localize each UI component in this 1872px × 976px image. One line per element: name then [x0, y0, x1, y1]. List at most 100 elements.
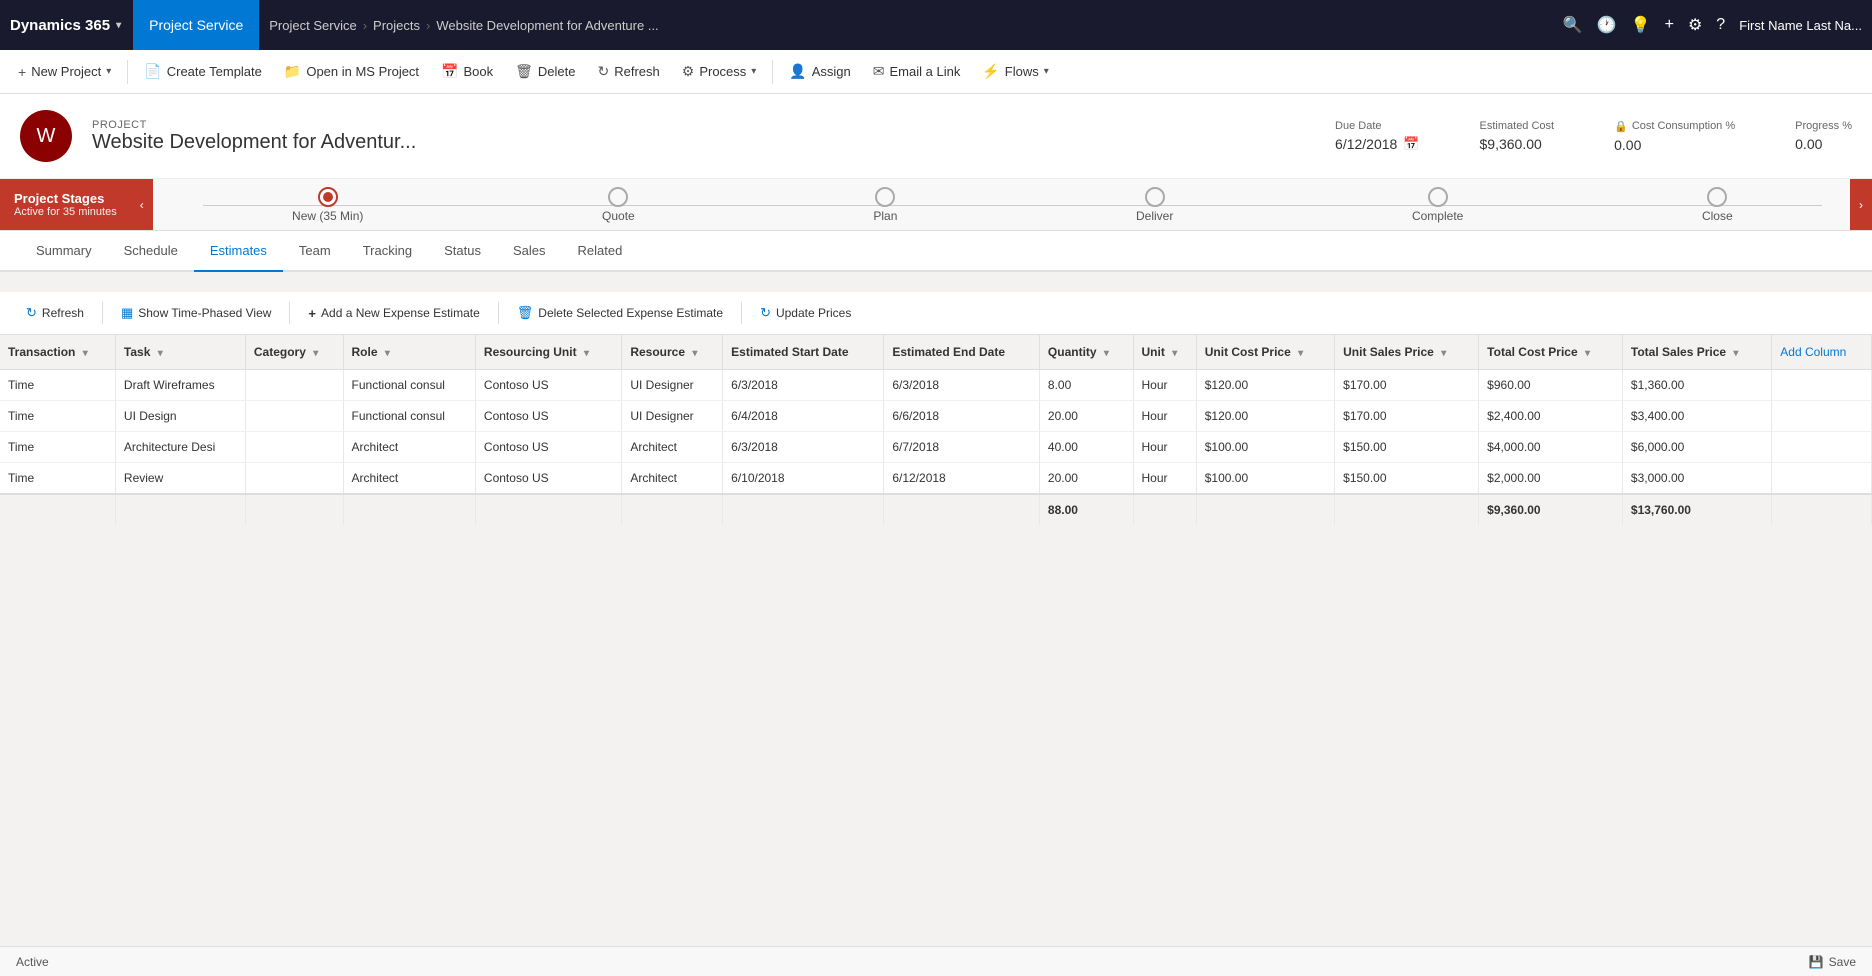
cell-role-2: Architect	[343, 432, 475, 463]
progress-meta: Progress % 0.00	[1795, 120, 1852, 153]
delete-button[interactable]: 🗑 Delete	[505, 57, 585, 86]
tab-summary[interactable]: Summary	[20, 231, 108, 272]
cell-transaction-2: Time	[0, 432, 115, 463]
stages-line	[203, 205, 1822, 206]
th-add-column[interactable]: Add Column	[1772, 335, 1872, 370]
save-button[interactable]: 💾 Save	[1809, 955, 1856, 969]
stage-nav-left-button[interactable]: ‹	[131, 179, 153, 230]
brand-logo[interactable]: Dynamics 365 ▾	[10, 17, 133, 34]
table-row[interactable]: Time Draft Wireframes Functional consul …	[0, 370, 1872, 401]
user-label[interactable]: First Name Last Na...	[1739, 18, 1862, 33]
estimates-table-container: Transaction ▾ Task ▾ Category ▾ Role ▾ R…	[0, 335, 1872, 526]
breadcrumb-item-1[interactable]: Project Service	[269, 18, 356, 33]
stage-item-quote[interactable]: Quote	[602, 187, 635, 223]
cell-add-col-0	[1772, 370, 1872, 401]
table-row[interactable]: Time UI Design Functional consul Contoso…	[0, 401, 1872, 432]
cell-total-sales-3: $3,000.00	[1622, 463, 1771, 495]
est-sep-3	[498, 302, 499, 324]
footer-quantity: 88.00	[1039, 494, 1133, 526]
breadcrumb-item-2[interactable]: Projects	[373, 18, 420, 33]
update-prices-button[interactable]: ↻ Update Prices	[750, 300, 861, 326]
estimated-cost-meta: Estimated Cost $9,360.00	[1480, 120, 1555, 153]
settings-icon-button[interactable]: ⚙	[1688, 15, 1702, 35]
th-transaction[interactable]: Transaction ▾	[0, 335, 115, 370]
estimates-toolbar: ↻ Refresh ▦ Show Time-Phased View + Add …	[0, 292, 1872, 335]
stage-item-complete[interactable]: Complete	[1412, 187, 1463, 223]
stage-item-close[interactable]: Close	[1702, 187, 1733, 223]
cell-add-col-3	[1772, 463, 1872, 495]
table-row[interactable]: Time Architecture Desi Architect Contoso…	[0, 432, 1872, 463]
assign-button[interactable]: 👤 Assign	[779, 57, 860, 86]
create-template-button[interactable]: 📄 Create Template	[134, 57, 272, 86]
footer-resourcing-unit	[475, 494, 621, 526]
brand-label: Dynamics 365	[10, 17, 110, 34]
cell-total-cost-1: $2,400.00	[1479, 401, 1623, 432]
est-refresh-icon: ↻	[26, 305, 37, 321]
tab-schedule[interactable]: Schedule	[108, 231, 194, 272]
cell-add-col-2	[1772, 432, 1872, 463]
process-button[interactable]: ⚙ Process ▾	[672, 57, 767, 86]
calendar-icon[interactable]: 📅	[1403, 136, 1419, 152]
cell-unit-0: Hour	[1133, 370, 1196, 401]
th-quantity[interactable]: Quantity ▾	[1039, 335, 1133, 370]
assign-label: Assign	[812, 64, 851, 79]
add-icon-button[interactable]: +	[1665, 16, 1674, 34]
stage-item-plan[interactable]: Plan	[873, 187, 897, 223]
delete-expense-icon: 🗑	[517, 305, 534, 321]
open-ms-project-button[interactable]: 📁 Open in MS Project	[274, 57, 429, 86]
new-project-button[interactable]: + New Project ▾	[8, 58, 121, 86]
th-unit[interactable]: Unit ▾	[1133, 335, 1196, 370]
project-meta: Due Date 6/12/2018 📅 Estimated Cost $9,3…	[1335, 120, 1852, 153]
th-role[interactable]: Role ▾	[343, 335, 475, 370]
show-time-phased-button[interactable]: ▦ Show Time-Phased View	[111, 300, 281, 326]
lock-icon: 🔒	[1614, 120, 1628, 133]
table-row[interactable]: Time Review Architect Contoso US Archite…	[0, 463, 1872, 495]
th-est-start-date[interactable]: Estimated Start Date	[723, 335, 884, 370]
process-chevron: ▾	[751, 66, 756, 77]
flows-button[interactable]: ⚡ Flows ▾	[972, 57, 1058, 86]
tab-sales[interactable]: Sales	[497, 231, 562, 272]
tab-status[interactable]: Status	[428, 231, 497, 272]
breadcrumb-sep-2: ›	[426, 18, 430, 33]
th-unit-sales-price[interactable]: Unit Sales Price ▾	[1335, 335, 1479, 370]
th-task[interactable]: Task ▾	[115, 335, 245, 370]
add-expense-button[interactable]: + Add a New Expense Estimate	[298, 301, 489, 326]
tab-related[interactable]: Related	[561, 231, 638, 272]
est-refresh-button[interactable]: ↻ Refresh	[16, 300, 94, 326]
breadcrumb-item-3[interactable]: Website Development for Adventure ...	[436, 18, 658, 33]
stages-container: New (35 Min) Quote Plan Deliver Complete…	[153, 187, 1872, 223]
stage-bar: Project Stages Active for 35 minutes ‹ N…	[0, 179, 1872, 231]
th-resource[interactable]: Resource ▾	[622, 335, 723, 370]
cell-transaction-3: Time	[0, 463, 115, 495]
tab-team[interactable]: Team	[283, 231, 347, 272]
cell-resourcing-unit-0: Contoso US	[475, 370, 621, 401]
th-total-cost-price[interactable]: Total Cost Price ▾	[1479, 335, 1623, 370]
show-time-phased-label: Show Time-Phased View	[138, 306, 271, 320]
th-est-end-date[interactable]: Estimated End Date	[884, 335, 1040, 370]
new-project-label: New Project	[31, 64, 101, 79]
th-resourcing-unit[interactable]: Resourcing Unit ▾	[475, 335, 621, 370]
email-link-button[interactable]: ✉ Email a Link	[863, 57, 971, 86]
module-label[interactable]: Project Service	[133, 0, 259, 50]
book-button[interactable]: 📅 Book	[431, 57, 503, 86]
recent-icon-button[interactable]: 🕐	[1597, 15, 1617, 35]
cell-category-3	[245, 463, 343, 495]
search-icon-button[interactable]: 🔍	[1563, 15, 1583, 35]
th-total-sales-price[interactable]: Total Sales Price ▾	[1622, 335, 1771, 370]
th-unit-cost-price[interactable]: Unit Cost Price ▾	[1196, 335, 1334, 370]
stage-item-new[interactable]: New (35 Min)	[292, 187, 363, 223]
cell-resourcing-unit-3: Contoso US	[475, 463, 621, 495]
tab-estimates[interactable]: Estimates	[194, 231, 283, 272]
delete-expense-button[interactable]: 🗑 Delete Selected Expense Estimate	[507, 300, 733, 326]
cell-role-1: Functional consul	[343, 401, 475, 432]
th-category[interactable]: Category ▾	[245, 335, 343, 370]
cell-unit-cost-2: $100.00	[1196, 432, 1334, 463]
help-icon-button[interactable]: 💡	[1631, 15, 1651, 35]
stage-nav-right-button[interactable]: ›	[1850, 179, 1872, 230]
footer-task	[115, 494, 245, 526]
tab-tracking[interactable]: Tracking	[347, 231, 428, 272]
question-icon-button[interactable]: ?	[1716, 16, 1725, 34]
cell-total-sales-2: $6,000.00	[1622, 432, 1771, 463]
stage-item-deliver[interactable]: Deliver	[1136, 187, 1173, 223]
refresh-button[interactable]: ↻ Refresh	[587, 57, 669, 86]
